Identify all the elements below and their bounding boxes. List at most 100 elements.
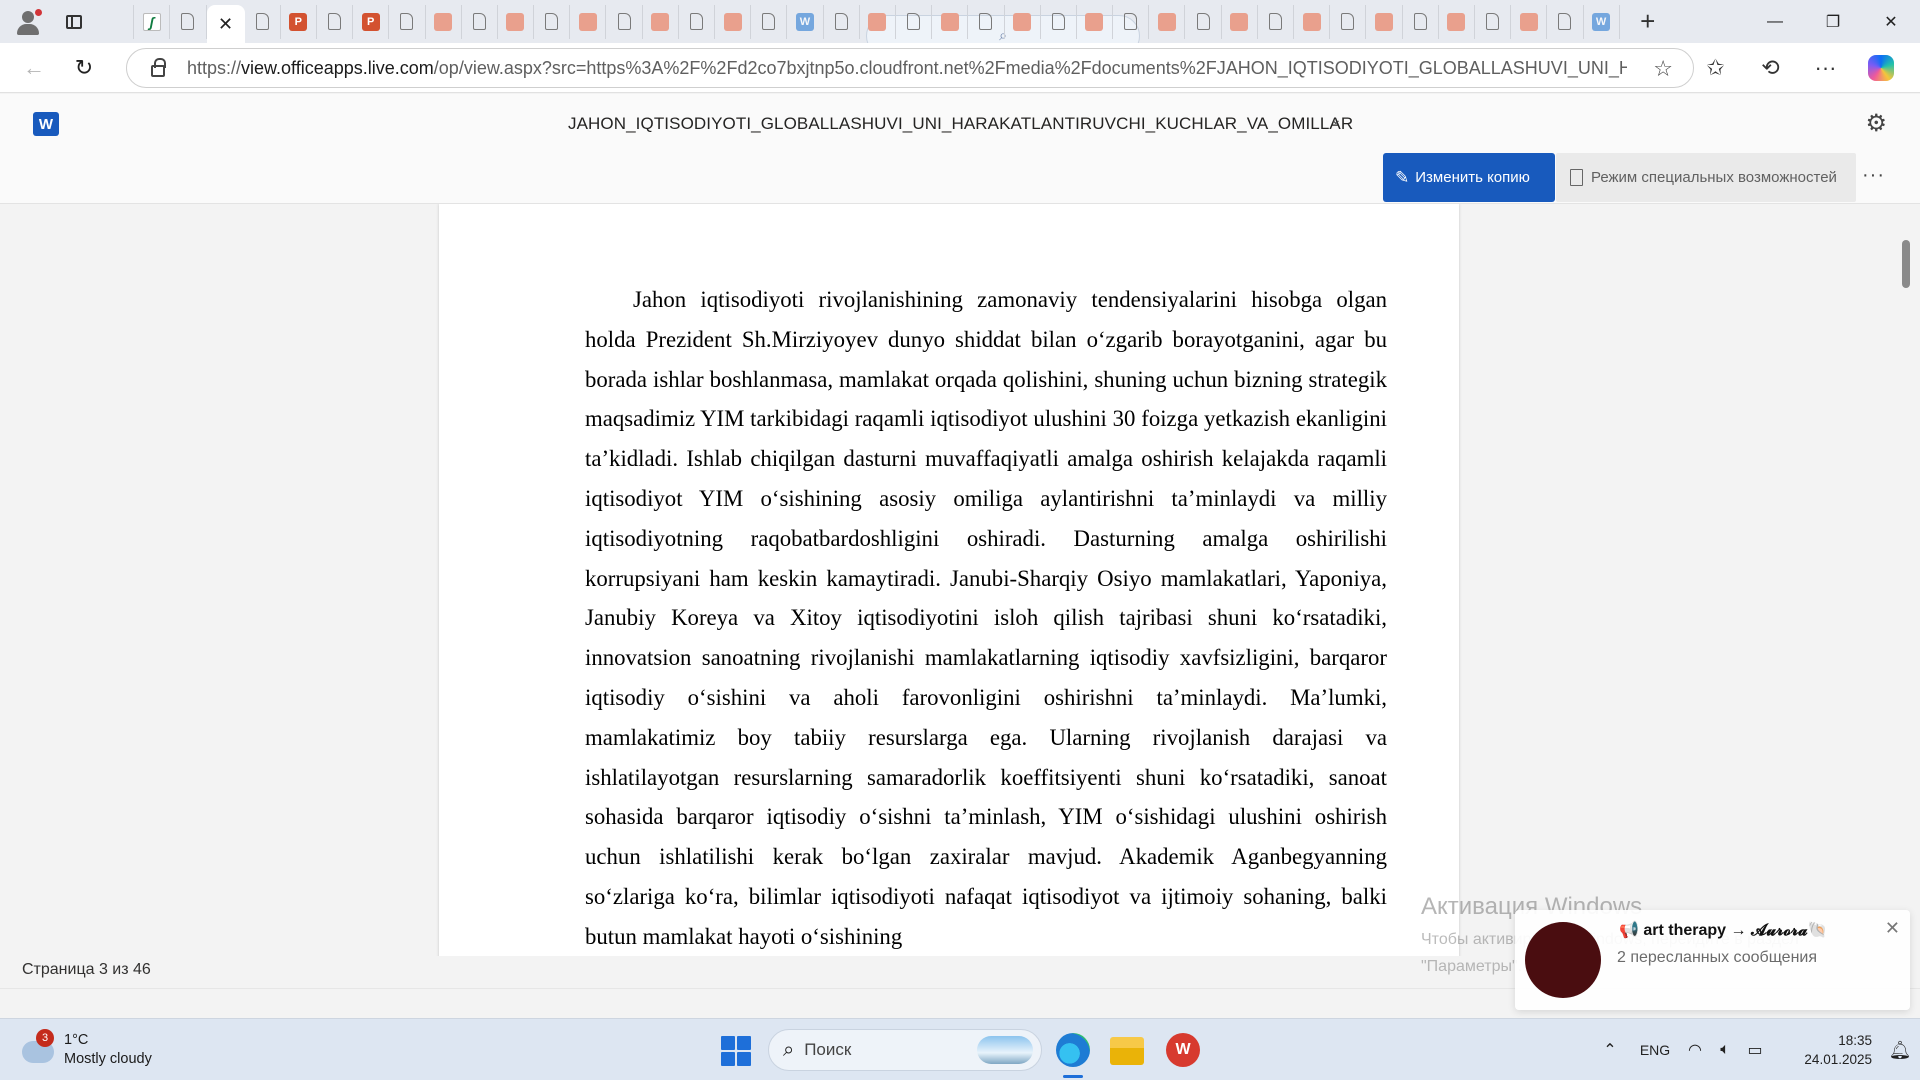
document-icon bbox=[328, 13, 342, 30]
powerpoint-faded-icon bbox=[506, 12, 525, 31]
profile-icon bbox=[22, 10, 34, 23]
browser-tab[interactable]: W bbox=[1584, 4, 1620, 39]
weather-text: 1°C Mostly cloudy bbox=[64, 1031, 152, 1069]
url-field[interactable]: https://view.officeapps.live.com/op/view… bbox=[126, 48, 1694, 88]
profile-button[interactable] bbox=[10, 4, 46, 40]
minimize-button[interactable]: — bbox=[1746, 0, 1804, 43]
volume-icon[interactable]: 🔈︎ bbox=[1710, 1041, 1740, 1059]
document-icon bbox=[1341, 13, 1355, 30]
taskbar-search[interactable]: ⌕ Поиск bbox=[768, 1029, 1042, 1071]
notification-toast[interactable]: 📢 art therapy → 𝓐𝓾𝓻𝓸𝓻𝓪🐚 2 пересланных со… bbox=[1515, 910, 1910, 1010]
browser-tab-strip: ⌕ ʃ ✕ P P W W + — ❐ ✕ bbox=[0, 0, 1920, 57]
browser-tab[interactable] bbox=[317, 4, 354, 39]
gear-icon[interactable]: ⚙ bbox=[1865, 109, 1887, 138]
chevron-down-icon[interactable]: ⌄ bbox=[1330, 111, 1342, 128]
browser-tab[interactable] bbox=[824, 4, 860, 39]
browser-tab[interactable] bbox=[1330, 4, 1367, 39]
browser-tab[interactable] bbox=[751, 4, 788, 39]
toast-title: 📢 art therapy → 𝓐𝓾𝓻𝓸𝓻𝓪🐚 bbox=[1619, 922, 1828, 939]
restore-button[interactable]: ❐ bbox=[1804, 0, 1862, 43]
edge-icon[interactable] bbox=[1056, 1033, 1090, 1067]
browser-tab[interactable] bbox=[1185, 4, 1222, 39]
browser-tab[interactable] bbox=[570, 4, 607, 39]
refresh-button[interactable]: ↻ bbox=[64, 48, 104, 88]
clock[interactable]: 18:35 24.01.2025 bbox=[1770, 1031, 1880, 1069]
powerpoint-faded-icon bbox=[1302, 12, 1321, 31]
cloud-icon: 3 bbox=[22, 1029, 54, 1063]
start-button[interactable] bbox=[721, 1036, 751, 1066]
accessibility-mode-button[interactable]: Режим специальных возможностей bbox=[1556, 153, 1856, 202]
browser-tab[interactable] bbox=[426, 4, 462, 39]
language-indicator[interactable]: ENG bbox=[1630, 1042, 1680, 1058]
browser-tab[interactable] bbox=[170, 4, 207, 39]
lock-icon bbox=[151, 58, 166, 77]
close-window-button[interactable]: ✕ bbox=[1862, 0, 1920, 43]
close-icon[interactable]: ✕ bbox=[1885, 918, 1900, 939]
browser-tab[interactable] bbox=[1041, 4, 1077, 39]
word-logo-icon[interactable]: W bbox=[33, 112, 63, 136]
browser-tab[interactable] bbox=[1403, 4, 1439, 39]
browser-tab[interactable] bbox=[606, 4, 643, 39]
document-icon bbox=[834, 13, 848, 30]
browser-tab[interactable] bbox=[1077, 4, 1114, 39]
favorites-button[interactable]: ✩ bbox=[1688, 48, 1743, 88]
wps-office-icon[interactable]: W bbox=[1166, 1033, 1200, 1067]
browser-tab[interactable]: ʃ bbox=[134, 4, 171, 39]
browser-tab[interactable]: W bbox=[787, 4, 824, 39]
chevron-up-icon[interactable]: ⌃ bbox=[1590, 1040, 1630, 1060]
document-title[interactable]: JAHON_IQTISODIYOTI_GLOBALLASHUVI_UNI_HAR… bbox=[568, 114, 1353, 134]
weather-widget[interactable]: 3 1°C Mostly cloudy bbox=[22, 1029, 152, 1069]
browser-tab[interactable]: ✕ bbox=[206, 5, 245, 43]
browser-tab[interactable] bbox=[968, 4, 1005, 39]
browser-tab[interactable] bbox=[896, 4, 933, 39]
document-icon bbox=[1413, 13, 1427, 30]
browser-tab[interactable] bbox=[1113, 4, 1150, 39]
browser-tab[interactable] bbox=[245, 4, 281, 39]
window-controls: — ❐ ✕ bbox=[1746, 0, 1920, 43]
wifi-icon[interactable]: ◠ bbox=[1680, 1040, 1710, 1060]
tab-actions-button[interactable] bbox=[56, 4, 92, 40]
notification-bell-icon[interactable]: 🔔︎ bbox=[1880, 1040, 1920, 1061]
document-icon bbox=[1051, 13, 1065, 30]
browser-tab[interactable] bbox=[1258, 4, 1294, 39]
vertical-scrollbar[interactable] bbox=[1902, 240, 1910, 288]
browser-tab[interactable]: P bbox=[353, 4, 390, 39]
browser-tab[interactable] bbox=[860, 4, 896, 39]
browser-tab[interactable] bbox=[389, 4, 426, 39]
document-canvas[interactable]: Jahon iqtisodiyoti rivojlanishining zamo… bbox=[0, 204, 1920, 956]
copilot-button[interactable] bbox=[1853, 48, 1908, 88]
file-explorer-icon[interactable] bbox=[1110, 1037, 1144, 1065]
battery-icon[interactable]: ▭ bbox=[1740, 1040, 1770, 1060]
browser-tab[interactable] bbox=[1475, 4, 1512, 39]
powerpoint-faded-icon bbox=[1085, 12, 1104, 31]
browser-tab[interactable] bbox=[715, 4, 752, 39]
browser-tab[interactable] bbox=[932, 4, 969, 39]
browser-tab[interactable] bbox=[1294, 4, 1331, 39]
browser-tab[interactable] bbox=[1547, 4, 1584, 39]
browser-tab[interactable] bbox=[1366, 4, 1403, 39]
more-menu-button[interactable]: ··· bbox=[1798, 48, 1853, 88]
browser-tab[interactable]: ⌕ bbox=[98, 4, 1140, 57]
browser-tab[interactable] bbox=[534, 4, 571, 39]
browser-tab[interactable] bbox=[1511, 4, 1548, 39]
edit-copy-button[interactable]: ✎ Изменить копию bbox=[1383, 153, 1555, 202]
browser-tab[interactable] bbox=[1149, 4, 1186, 39]
channel-avatar bbox=[1525, 922, 1601, 998]
notification-dot bbox=[35, 8, 42, 16]
browser-tab[interactable] bbox=[498, 4, 535, 39]
favorite-star-icon[interactable]: ☆ bbox=[1653, 56, 1673, 82]
close-icon[interactable]: ✕ bbox=[218, 14, 233, 35]
browser-tab[interactable] bbox=[1222, 4, 1258, 39]
document-icon bbox=[400, 13, 414, 30]
history-button[interactable]: ⟲ bbox=[1743, 48, 1798, 88]
browser-tab[interactable] bbox=[643, 4, 679, 39]
browser-tab[interactable] bbox=[1439, 4, 1475, 39]
more-options-button[interactable]: ··· bbox=[1862, 164, 1885, 187]
browser-tab[interactable] bbox=[462, 4, 498, 39]
new-tab-button[interactable]: + bbox=[1628, 4, 1668, 40]
browser-tab[interactable] bbox=[679, 4, 715, 39]
powerpoint-faded-icon bbox=[434, 12, 453, 31]
browser-tab[interactable] bbox=[1005, 4, 1041, 39]
browser-tab[interactable]: P bbox=[281, 4, 317, 39]
back-button[interactable]: ← bbox=[14, 48, 54, 88]
